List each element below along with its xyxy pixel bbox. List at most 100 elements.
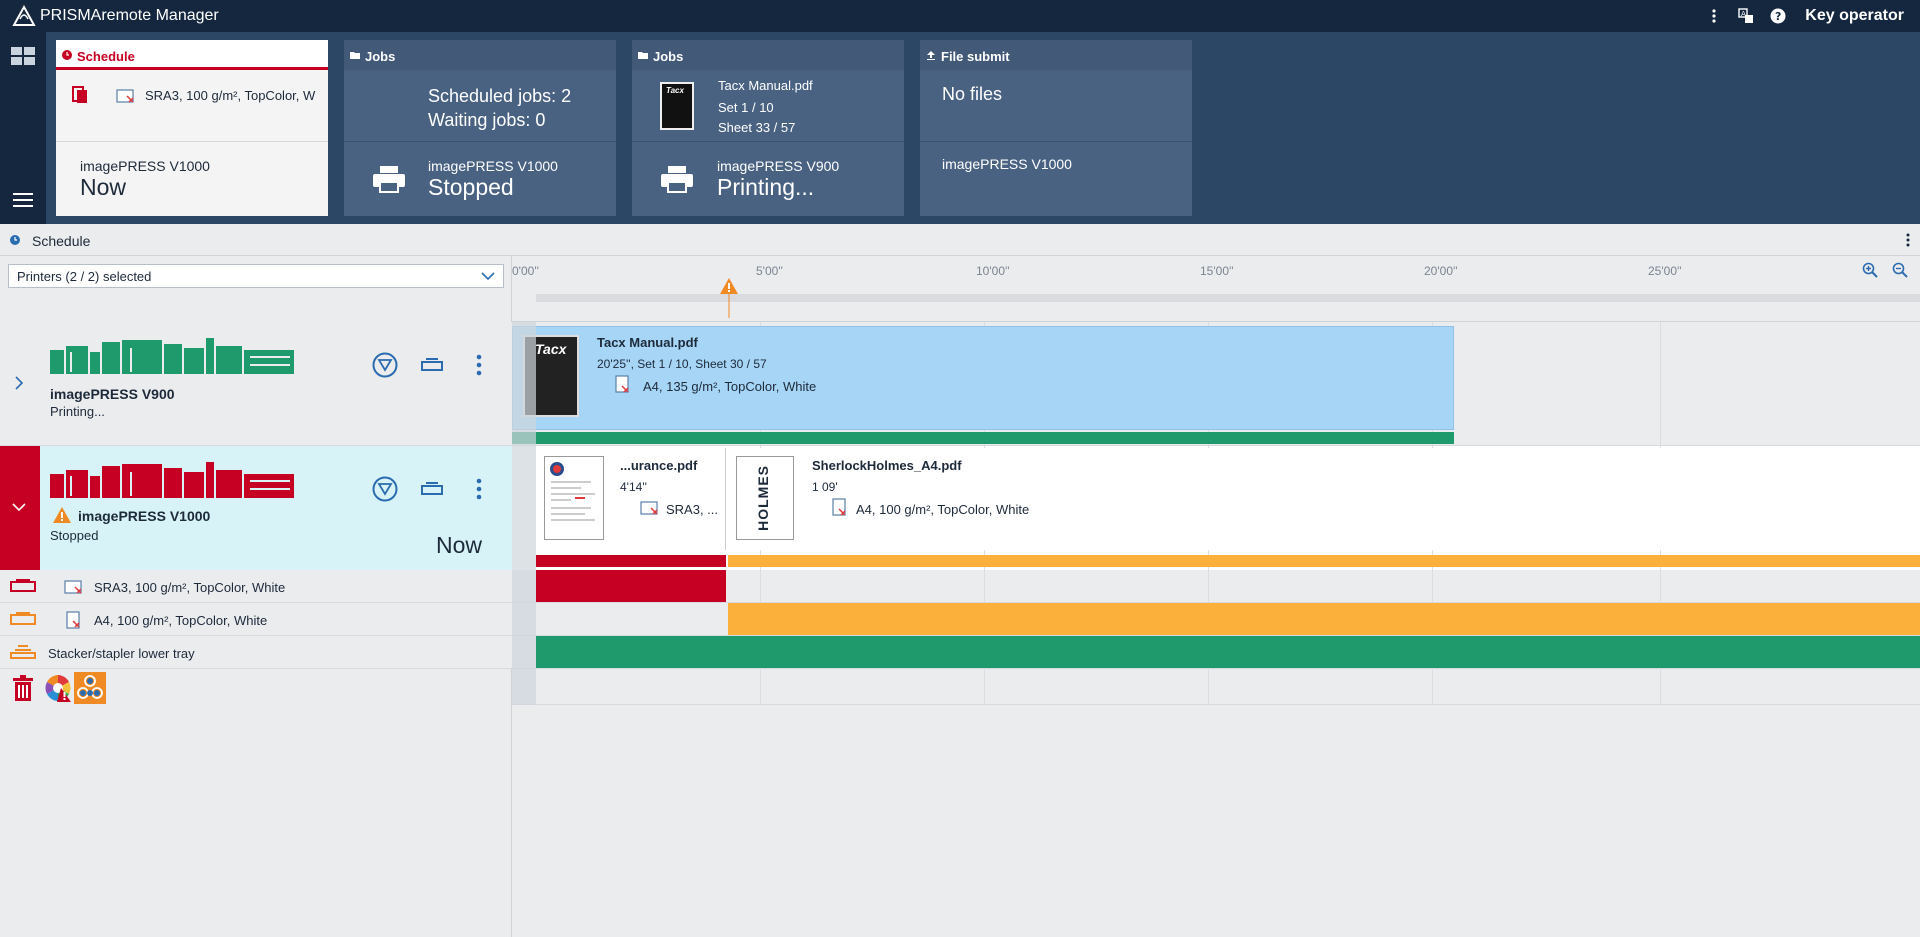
- app-logo-icon: [12, 5, 36, 26]
- media-bar-a4: [728, 603, 1920, 635]
- warning-marker-icon[interactable]: [720, 278, 738, 318]
- stop-icon[interactable]: [372, 352, 398, 378]
- printer-status-v900: Printing...: [50, 404, 105, 419]
- tray-alert-icon: [72, 86, 87, 103]
- printer-list-panel: Printers (2 / 2) selected imagePRESS V90…: [0, 256, 512, 937]
- jobs-tile-v900[interactable]: Jobs Tacx Tacx Manual.pdf Set 1 / 10 She…: [632, 40, 904, 216]
- printer-icon: [661, 166, 693, 193]
- color-calibration-alert-icon[interactable]: [44, 674, 72, 702]
- paper-media-icon: [832, 498, 846, 516]
- hamburger-menu-icon[interactable]: [13, 192, 33, 208]
- app-title: PRISMAremote Manager: [40, 7, 219, 24]
- expand-toggle[interactable]: [0, 322, 40, 446]
- media-row-sra3[interactable]: SRA3, 100 g/m², TopColor, White: [0, 570, 512, 603]
- printer-select[interactable]: Printers (2 / 2) selected: [8, 264, 504, 288]
- schedule-printer-name: imagePRESS V1000: [80, 158, 210, 174]
- tick-label: 15'00'': [1200, 264, 1234, 278]
- clock-icon: [62, 50, 72, 60]
- job-duration-sherlock: 1 09': [812, 480, 838, 494]
- file-submit-content: No files: [942, 84, 1003, 104]
- user-role[interactable]: Key operator: [1805, 7, 1904, 25]
- more-vertical-icon[interactable]: [476, 354, 482, 376]
- grid-view-icon[interactable]: [11, 47, 35, 65]
- jobs-tile-v1000[interactable]: Jobs Scheduled jobs: 2 Waiting jobs: 0 i…: [344, 40, 616, 216]
- jobs2-tile-header: Jobs: [653, 49, 684, 64]
- stop-icon[interactable]: [372, 476, 398, 502]
- language-icon[interactable]: A: [1737, 7, 1755, 25]
- waiting-jobs-count: Waiting jobs: 0: [428, 110, 546, 130]
- printer-machine-icon: [50, 338, 294, 374]
- printer-time-v1000: Now: [435, 532, 482, 558]
- job-block-tacx[interactable]: Tacx Tacx Manual.pdf 20'25'', Set 1 / 10…: [512, 326, 1454, 430]
- job-bar-insurance: [536, 555, 726, 567]
- thumb-title: Tacx: [535, 341, 567, 357]
- thumb-title: HOLMES: [755, 465, 771, 531]
- media-row-a4[interactable]: A4, 100 g/m², TopColor, White: [0, 603, 512, 636]
- tick-label: 10'00'': [976, 264, 1010, 278]
- schedule-timeline[interactable]: 0'00'' 5'00'' 10'00'' 15'00'' 20'00'' 25…: [512, 256, 1920, 937]
- tools-row: [0, 669, 512, 705]
- job-duration-insurance: 4'14'': [620, 480, 647, 494]
- chevron-down-icon: [481, 272, 495, 281]
- job-title-insurance: ...urance.pdf: [620, 458, 698, 473]
- help-icon[interactable]: ?: [1769, 7, 1787, 25]
- printer-name-v900: imagePRESS V900: [50, 386, 175, 402]
- collapse-toggle[interactable]: [0, 446, 40, 570]
- media-label-sra3: SRA3, 100 g/m², TopColor, White: [94, 580, 286, 595]
- more-vertical-icon[interactable]: [476, 478, 482, 500]
- job-thumbnail: HOLMES: [736, 456, 794, 540]
- printer-icon: [373, 166, 405, 193]
- job-title-tacx: Tacx Manual.pdf: [597, 335, 698, 350]
- schedule-header: Schedule: [0, 224, 1920, 256]
- toner-status-icon[interactable]: [74, 672, 106, 704]
- output-tray-row[interactable]: Stacker/stapler lower tray: [0, 636, 512, 669]
- job-block-sherlock[interactable]: HOLMES SherlockHolmes_A4.pdf 1 09' A4, 1…: [728, 448, 1920, 550]
- job-info-tacx: 20'25'', Set 1 / 10, Sheet 30 / 57: [597, 357, 767, 371]
- printer-row-v900[interactable]: imagePRESS V900 Printing...: [0, 322, 512, 446]
- jobs2-sheet: Sheet 33 / 57: [718, 120, 796, 135]
- file-submit-tile[interactable]: File submit No files imagePRESS V1000: [920, 40, 1192, 216]
- job-media-tacx: A4, 135 g/m², TopColor, White: [643, 379, 817, 394]
- more-vertical-icon[interactable]: [1705, 7, 1723, 25]
- schedule-media-text: SRA3, 100 g/m², TopColor, W: [145, 88, 316, 103]
- dashboard: Schedule SRA3, 100 g/m², TopColor, W ima…: [0, 32, 1920, 224]
- tick-label: 25'00'': [1648, 264, 1682, 278]
- paper-media-icon: [640, 501, 658, 515]
- job-media-sherlock: A4, 100 g/m², TopColor, White: [856, 502, 1030, 517]
- tray-icon[interactable]: [420, 356, 444, 374]
- tray-icon[interactable]: [420, 480, 444, 498]
- folder-icon: [638, 52, 648, 59]
- jobs1-printer-name: imagePRESS V1000: [428, 158, 558, 174]
- output-tray-label: Stacker/stapler lower tray: [48, 646, 195, 661]
- progress-bar-v900: [512, 432, 1454, 444]
- printer-row-v1000[interactable]: imagePRESS V1000 Stopped Now: [0, 446, 512, 570]
- schedule-label: Schedule: [32, 233, 91, 249]
- job-block-insurance[interactable]: ...urance.pdf 4'14'' SRA3, ...: [536, 448, 726, 550]
- printer-status-v1000: Stopped: [50, 528, 99, 543]
- title-bar: PRISMAremote Manager A ? Key operator: [0, 0, 1920, 32]
- printer-machine-icon: [50, 462, 294, 498]
- tick-label: 5'00'': [756, 264, 783, 278]
- paper-media-icon: [64, 580, 82, 594]
- lane-tools: [512, 669, 1920, 705]
- paper-media-icon: [116, 89, 134, 103]
- job-bar-sherlock: [728, 555, 1920, 567]
- zoom-out-icon[interactable]: [1892, 262, 1908, 278]
- more-vertical-icon[interactable]: [1906, 233, 1910, 247]
- chevron-down-icon: [12, 503, 26, 512]
- job-title-sherlock: SherlockHolmes_A4.pdf: [812, 458, 962, 473]
- jobs2-file-name: Tacx Manual.pdf: [718, 78, 813, 93]
- printer-name-v1000: imagePRESS V1000: [78, 508, 211, 524]
- trash-icon[interactable]: [12, 675, 34, 701]
- clock-icon: [10, 235, 20, 245]
- schedule-tile[interactable]: Schedule SRA3, 100 g/m², TopColor, W ima…: [56, 40, 328, 216]
- media-label-a4: A4, 100 g/m², TopColor, White: [94, 613, 268, 628]
- tick-label: 20'00'': [1424, 264, 1458, 278]
- file-submit-header: File submit: [941, 49, 1010, 64]
- zoom-in-icon[interactable]: [1862, 262, 1878, 278]
- time-ruler: 0'00'' 5'00'' 10'00'' 15'00'' 20'00'' 25…: [512, 256, 1920, 322]
- file-submit-printer: imagePRESS V1000: [942, 156, 1072, 172]
- warning-icon: [53, 507, 71, 523]
- jobs2-status: Printing...: [717, 174, 815, 200]
- job-thumbnail: Tacx: [660, 82, 694, 130]
